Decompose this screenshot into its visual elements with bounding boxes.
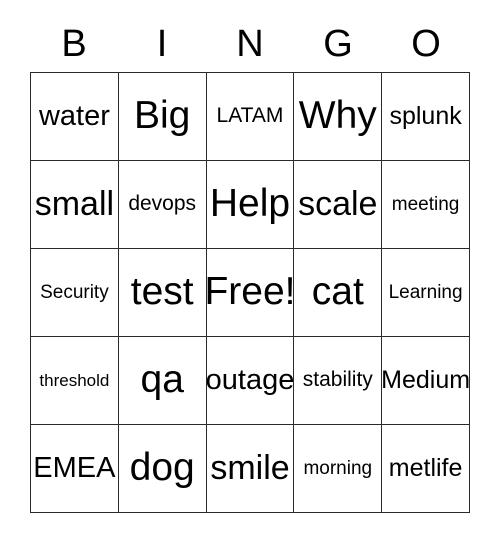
bingo-cell[interactable]: devops	[118, 161, 207, 249]
header-letter-g: G	[294, 16, 382, 72]
bingo-cell[interactable]: Security	[31, 249, 119, 337]
bingo-cell[interactable]: threshold	[31, 337, 119, 425]
bingo-cell[interactable]: EMEA	[31, 425, 119, 513]
header-letter-g-text: G	[323, 23, 353, 65]
header-letter-b: B	[30, 16, 118, 72]
bingo-cell-label: Security	[40, 281, 109, 303]
bingo-cell[interactable]: test	[118, 249, 207, 337]
bingo-cell[interactable]: splunk	[382, 73, 470, 161]
bingo-cell[interactable]: qa	[118, 337, 207, 425]
bingo-cell-label: splunk	[389, 102, 462, 131]
header-letter-n: N	[206, 16, 294, 72]
bingo-cell-label: small	[34, 184, 115, 223]
bingo-cell-label: cat	[311, 270, 364, 314]
bingo-cell-label: LATAM	[216, 104, 284, 128]
bingo-cell[interactable]: meeting	[382, 161, 470, 249]
bingo-card: B I N G O water Big LATAM Why splunk sma…	[0, 0, 500, 544]
bingo-cell-label: dog	[129, 446, 195, 490]
bingo-cell-label: morning	[303, 457, 373, 479]
bingo-header-row: B I N G O	[30, 16, 470, 72]
bingo-cell-label: EMEA	[33, 452, 116, 485]
bingo-cell[interactable]: water	[31, 73, 119, 161]
bingo-cell-label: metlife	[388, 454, 463, 483]
bingo-grid: water Big LATAM Why splunk small devops …	[30, 72, 470, 513]
bingo-cell[interactable]: Learning	[382, 249, 470, 337]
bingo-cell-label: scale	[298, 184, 378, 223]
bingo-cell-label: test	[130, 270, 194, 314]
header-letter-i: I	[118, 16, 206, 72]
bingo-cell[interactable]: Big	[118, 73, 207, 161]
bingo-cell-label: threshold	[39, 370, 110, 390]
bingo-cell[interactable]: stability	[294, 337, 383, 425]
bingo-cell-label: Help	[209, 182, 291, 226]
bingo-cell[interactable]: small	[31, 161, 119, 249]
bingo-cell[interactable]: smile	[206, 425, 295, 513]
header-letter-b-text: B	[61, 23, 87, 65]
bingo-cell-label: Medium	[382, 366, 470, 395]
header-letter-o: O	[382, 16, 470, 72]
bingo-cell-label: Why	[298, 94, 377, 138]
bingo-cell-label: Big	[134, 94, 191, 138]
bingo-cell[interactable]: morning	[294, 425, 383, 513]
bingo-cell-label: smile	[210, 448, 290, 487]
bingo-cell-label: qa	[140, 358, 184, 402]
bingo-cell-label: meeting	[391, 193, 460, 215]
bingo-cell-label: Learning	[388, 281, 463, 303]
bingo-cell-label: outage	[206, 364, 295, 397]
header-letter-o-text: O	[411, 23, 441, 65]
bingo-cell[interactable]: LATAM	[206, 73, 295, 161]
bingo-cell-label: water	[38, 100, 110, 133]
bingo-cell-free-space[interactable]: Free!	[206, 249, 295, 337]
bingo-cell[interactable]: cat	[294, 249, 383, 337]
bingo-cell-label: stability	[302, 368, 373, 392]
bingo-cell-label: Free!	[206, 270, 295, 314]
bingo-cell[interactable]: Why	[294, 73, 383, 161]
bingo-cell[interactable]: outage	[206, 337, 295, 425]
bingo-cell[interactable]: metlife	[382, 425, 470, 513]
bingo-cell[interactable]: dog	[118, 425, 207, 513]
bingo-cell-label: devops	[128, 192, 197, 216]
header-letter-i-text: I	[156, 23, 168, 65]
header-letter-n-text: N	[236, 23, 264, 65]
bingo-cell[interactable]: scale	[294, 161, 383, 249]
bingo-cell[interactable]: Help	[206, 161, 295, 249]
bingo-cell[interactable]: Medium	[382, 337, 470, 425]
